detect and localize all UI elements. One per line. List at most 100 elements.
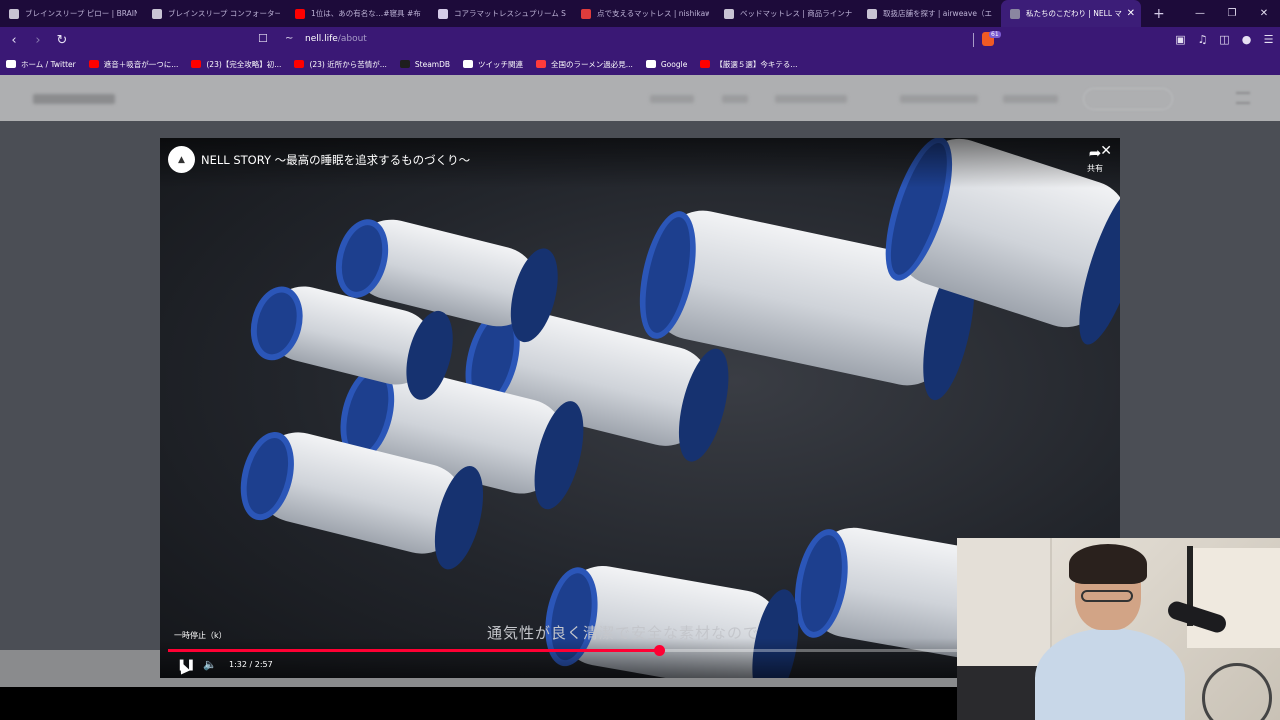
shields-count-badge: 61: [989, 31, 1001, 38]
bookmark-label: 遮音＋吸音が一つに...: [103, 59, 179, 69]
menu-icon[interactable]: ☰: [1263, 33, 1274, 46]
new-tab-icon[interactable]: +: [1153, 6, 1165, 22]
bookmark-item[interactable]: Google: [645, 59, 688, 69]
site-header: [0, 75, 1280, 121]
youtube-icon: [294, 60, 305, 68]
bookmark-item[interactable]: ホーム / Twitter: [6, 59, 76, 70]
bookmarks-bar: ホーム / Twitter 遮音＋吸音が一つに... (23)【完全攻略】初... (…: [0, 53, 1280, 75]
youtube-icon: [295, 8, 305, 19]
browser-tab[interactable]: ブレインスリープ コンフォーター パーフ: [143, 0, 286, 27]
toolbar-icons: ▣ ♫ ◫ ● ☰: [1175, 33, 1274, 46]
address-bar: ‹ › ↻ ☐ ∼ nell.life/about 61 ▣ ♫ ◫ ● ☰: [0, 27, 1280, 53]
browser-tab[interactable]: ブレインスリープ ピロー | BRAIN SLE: [0, 0, 143, 27]
reload-icon[interactable]: ↻: [52, 33, 72, 48]
url-field[interactable]: nell.life/about: [305, 34, 367, 44]
site-settings-icon[interactable]: ∼: [285, 33, 293, 44]
url-path: /about: [337, 34, 367, 44]
page-icon: [9, 8, 19, 19]
cta-button[interactable]: [1083, 88, 1173, 110]
google-icon: [645, 60, 656, 68]
bookmark-label: ホーム / Twitter: [21, 59, 76, 69]
tab-title: ブレインスリープ ピロー | BRAIN SLE: [25, 9, 137, 18]
person-glasses: [1081, 590, 1133, 602]
youtube-icon: [88, 60, 99, 68]
tab-title: 私たちのこだわり | NELL マ: [1026, 9, 1122, 18]
bookmark-item[interactable]: (23) 近所から苦情が...: [294, 59, 387, 70]
share-label: 共有: [1087, 164, 1103, 173]
browser-tab[interactable]: ベッドマットレス | 商品ラインナップ: [715, 0, 858, 27]
forward-icon[interactable]: ›: [28, 33, 48, 48]
page-icon: [867, 8, 877, 19]
nav-link[interactable]: [650, 95, 694, 103]
bookmark-label: Google: [660, 59, 688, 69]
video-timecode: 1:32 / 2:57: [229, 660, 273, 669]
bookmark-label: 全国のラーメン過必見...: [551, 59, 633, 69]
folder-icon: [463, 60, 474, 68]
close-video-icon[interactable]: ✕: [1100, 143, 1112, 159]
restore-icon[interactable]: ❐: [1216, 8, 1248, 19]
video-title[interactable]: NELL STORY 〜最高の睡眠を追求するものづくり〜: [201, 152, 470, 168]
close-window-icon[interactable]: ✕: [1248, 8, 1280, 19]
nav-link[interactable]: [1003, 95, 1058, 103]
browser-tab[interactable]: 点で支えるマットレス | nishikawa: [572, 0, 715, 27]
minimize-icon[interactable]: —: [1184, 8, 1216, 19]
tab-title: ブレインスリープ コンフォーター パーフ: [168, 9, 280, 18]
page-icon: [724, 8, 734, 19]
youtube-icon: [700, 60, 711, 68]
tab-search-icon[interactable]: ▣: [1175, 33, 1186, 46]
bookmark-label: (23)【完全攻略】初...: [206, 59, 282, 69]
tab-title: 点で支えるマットレス | nishikawa: [597, 9, 709, 18]
back-icon[interactable]: ‹: [4, 33, 24, 48]
person-shirt: [1035, 628, 1185, 720]
browser-tab[interactable]: コアラマットレスシュプリーム SUPREI: [429, 0, 572, 27]
browser-tab[interactable]: 1位は、あの有名な…#寝具 #布: [286, 0, 429, 27]
browser-tab[interactable]: 私たちのこだわり | NELL マ ✕: [1001, 0, 1141, 27]
sidebar-icon[interactable]: ◫: [1219, 33, 1230, 46]
channel-avatar[interactable]: ▲: [168, 146, 195, 173]
browser-tab[interactable]: 取扱店舗を探す | airweave（エ: [858, 0, 1001, 27]
bookmark-label: (23) 近所から苦情が...: [309, 59, 387, 69]
tab-title: コアラマットレスシュプリーム SUPREI: [454, 9, 566, 18]
scrubber-handle[interactable]: [653, 645, 665, 656]
video-caption: 通気性が良く清潔で安全な素材なので: [487, 624, 760, 642]
bookmark-label: ツイッチ関連: [478, 59, 524, 69]
nav-link[interactable]: [775, 95, 847, 103]
page-icon: [152, 8, 162, 19]
nishikawa-icon: [581, 8, 591, 19]
ramen-icon: [536, 60, 547, 68]
youtube-icon: [191, 60, 202, 68]
tab-title: ベッドマットレス | 商品ラインナップ: [740, 9, 852, 18]
music-icon[interactable]: ♫: [1197, 33, 1208, 46]
progress-fill: [168, 649, 659, 652]
person-hair: [1069, 544, 1147, 584]
x-icon: [6, 60, 16, 68]
nell-icon: [1010, 8, 1020, 19]
url-domain: nell.life: [305, 34, 338, 44]
koala-icon: [438, 8, 448, 19]
close-tab-icon[interactable]: ✕: [1123, 8, 1135, 19]
bookmark-item[interactable]: 遮音＋吸音が一つに...: [88, 59, 179, 70]
bookmark-item[interactable]: SteamDB: [399, 59, 451, 69]
pause-tooltip: 一時停止（k）: [174, 631, 227, 640]
bookmark-item[interactable]: 全国のラーメン過必見...: [536, 59, 633, 70]
bookmark-icon[interactable]: ☐: [258, 32, 268, 45]
window-controls: — ❐ ✕: [1184, 0, 1280, 27]
steamdb-icon: [399, 60, 410, 68]
bookmark-item[interactable]: (23)【完全攻略】初...: [191, 59, 281, 70]
bookmark-label: SteamDB: [414, 59, 451, 69]
vpn-glasses-icon[interactable]: ●: [1241, 33, 1252, 46]
fan: [1202, 663, 1272, 720]
tab-strip: ブレインスリープ ピロー | BRAIN SLE ブレインスリープ コンフォーター…: [0, 0, 1280, 27]
tab-title: 1位は、あの有名な…#寝具 #布: [311, 9, 421, 18]
bookmark-item[interactable]: 【厳選５選】今キテる...: [700, 59, 797, 70]
nav-link[interactable]: [722, 95, 748, 103]
bookmark-item[interactable]: ツイッチ関連: [463, 59, 523, 70]
hamburger-icon[interactable]: [1236, 92, 1250, 104]
webcam-overlay: [957, 538, 1280, 720]
tab-title: 取扱店舗を探す | airweave（エ: [883, 9, 992, 18]
background-shelf: [1187, 548, 1280, 648]
volume-icon[interactable]: 🔈: [203, 658, 217, 671]
url-separator: [973, 33, 974, 47]
nav-link[interactable]: [900, 95, 978, 103]
site-logo[interactable]: [33, 94, 115, 104]
